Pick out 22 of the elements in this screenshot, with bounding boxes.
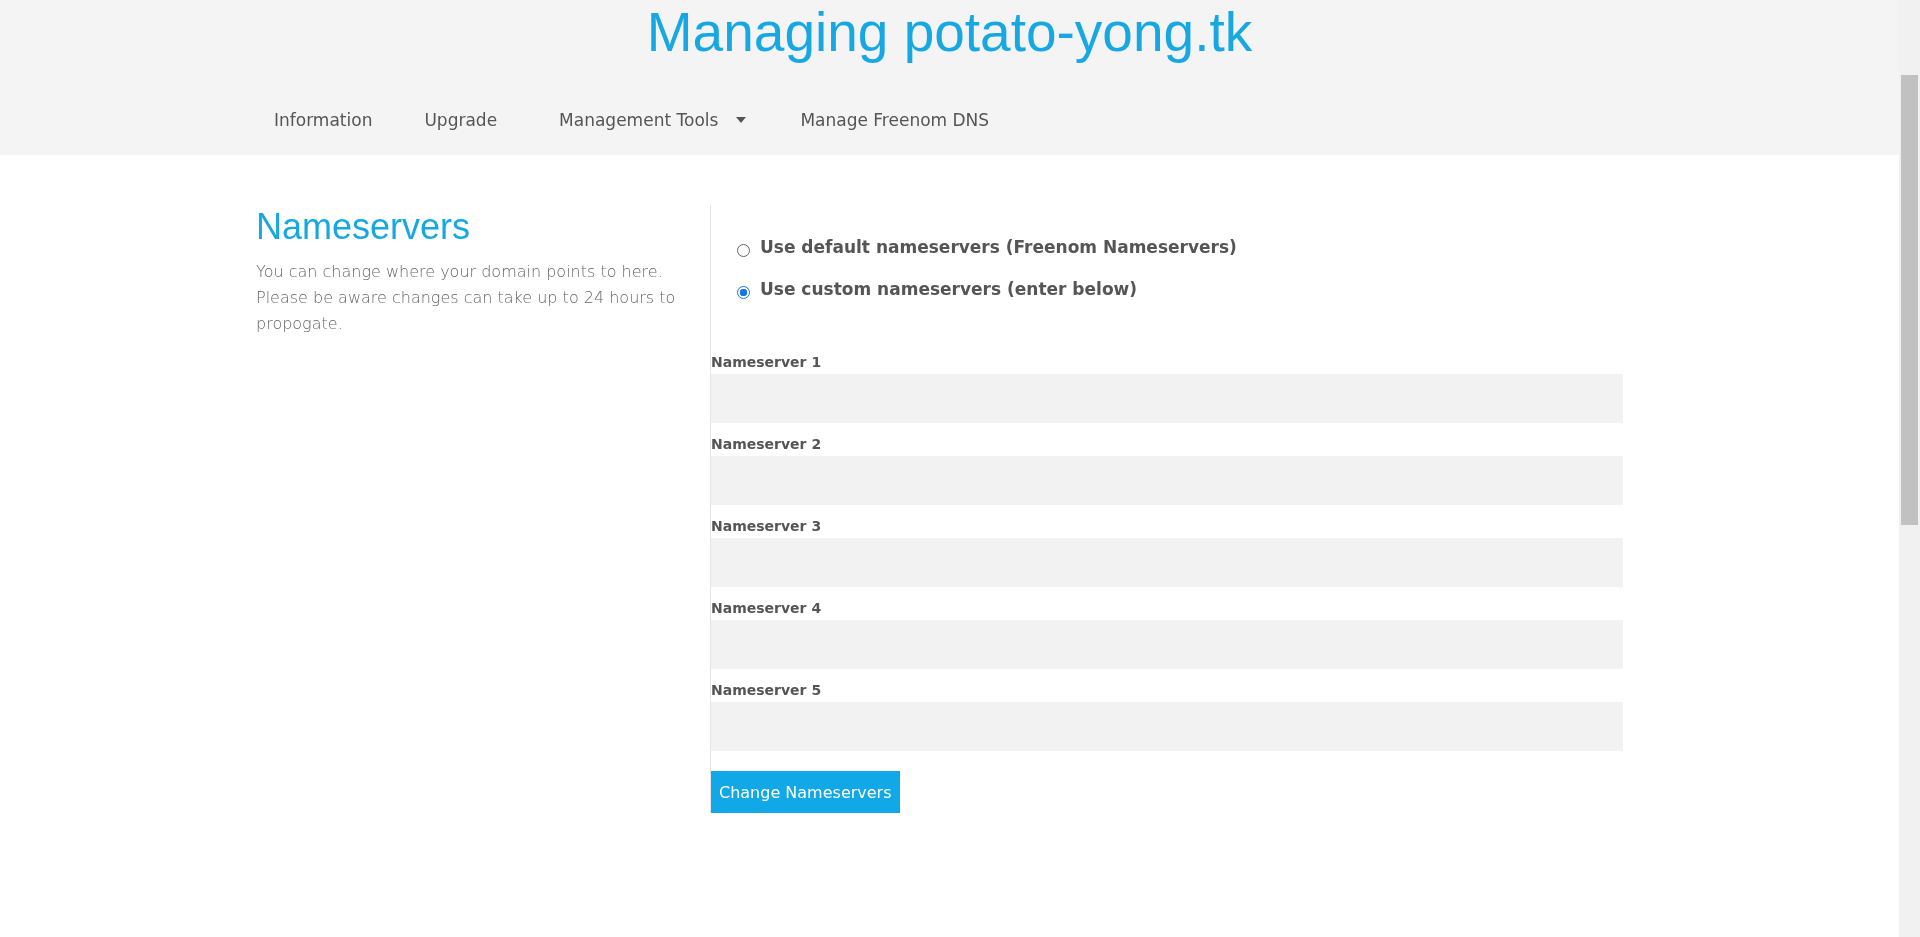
radio-button[interactable] xyxy=(737,285,750,299)
field-label: Nameserver 5 xyxy=(711,681,823,699)
input-field[interactable] xyxy=(711,374,1623,423)
field-label: Nameserver 4 xyxy=(711,599,823,617)
radio-label[interactable]: Use custom nameservers (enter below) xyxy=(760,279,1138,299)
input-field[interactable] xyxy=(711,456,1623,505)
field-label: Nameserver 3 xyxy=(711,517,823,535)
nav-link[interactable]: Upgrade xyxy=(424,109,498,131)
field-label: Nameserver 1 xyxy=(711,353,823,371)
nav-link[interactable]: Information xyxy=(274,109,373,131)
radio-label[interactable]: Use default nameservers (Freenom Nameservers) xyxy=(760,237,1237,257)
input-field[interactable] xyxy=(711,538,1623,587)
scrollbar[interactable] xyxy=(1899,0,1920,937)
page-title: Managing potato-yong.tk xyxy=(645,0,1254,62)
input-field[interactable] xyxy=(711,620,1623,669)
field-label: Nameserver 2 xyxy=(711,435,823,453)
caret-icon xyxy=(736,117,747,123)
input-field[interactable] xyxy=(711,702,1623,751)
section-heading: Nameservers xyxy=(256,205,472,249)
nav-link[interactable]: Manage Freenom DNS xyxy=(800,109,990,131)
section-description: You can change where your domain points to here. Please be aware changes can take up to 24 hours to propogate. xyxy=(256,261,677,335)
nav-dropdown[interactable]: Management Tools xyxy=(559,109,747,131)
